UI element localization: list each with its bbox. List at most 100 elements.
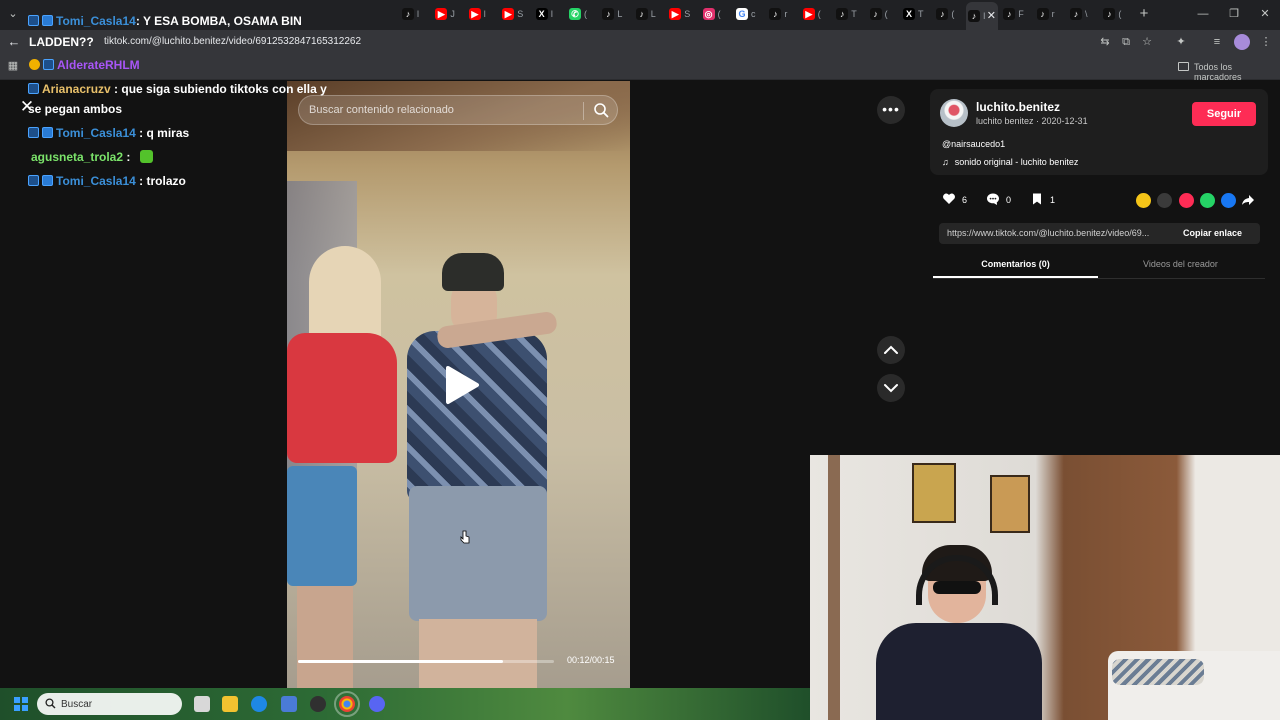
video-link[interactable]: https://www.tiktok.com/@luchito.benitez/… <box>947 228 1173 238</box>
browser-tab[interactable]: ♪( <box>868 4 900 24</box>
webcam-door-frame <box>828 455 840 720</box>
task-view-icon[interactable] <box>194 696 210 712</box>
new-tab-button[interactable]: + <box>1137 5 1151 23</box>
minimize-button[interactable]: — <box>1196 6 1210 22</box>
obs-icon[interactable] <box>310 696 326 712</box>
video-progress-fill <box>298 660 503 663</box>
copy-link-button[interactable]: Copiar enlace <box>1183 228 1242 238</box>
browser-tab[interactable]: ▶ S <box>667 4 699 24</box>
video-person <box>297 586 353 688</box>
browser-tab[interactable]: ▶( <box>801 4 833 24</box>
browser-tab[interactable]: ♪ \ <box>1068 4 1100 24</box>
back-button[interactable]: ← <box>6 33 22 51</box>
chat-badge-icon <box>28 15 39 26</box>
edge-icon[interactable] <box>251 696 267 712</box>
previous-video-button[interactable] <box>877 336 905 364</box>
tiktok-icon: ♪ <box>1103 8 1116 20</box>
windows-start-icon[interactable] <box>14 697 28 711</box>
menu-kebab-icon[interactable]: ⋮ <box>1258 34 1274 50</box>
discord-icon[interactable] <box>369 696 385 712</box>
tab-comments[interactable]: Comentarios (0) <box>933 259 1098 269</box>
embed-share-icon[interactable] <box>1136 193 1151 208</box>
overlay-chat-line: Tomi_Casla14: Y ESA BOMBA, OSAMA BIN <box>28 14 302 28</box>
save-button[interactable]: 1 <box>1030 192 1055 208</box>
next-video-button[interactable] <box>877 374 905 402</box>
panel-tabs: Comentarios (0) Videos del creador <box>933 255 1265 279</box>
comment-button[interactable]: 0 <box>986 192 1011 208</box>
browser-tab[interactable]: ♪ T <box>834 4 866 24</box>
browser-tab[interactable]: ◎( <box>701 4 733 24</box>
tab-search-chevron-icon[interactable]: ⌄ <box>5 6 21 22</box>
follow-button[interactable]: Seguir <box>1192 102 1256 126</box>
send-share-icon[interactable] <box>1179 193 1194 208</box>
browser-tab[interactable]: ✆( <box>567 4 599 24</box>
cast-icon[interactable]: ⧉ <box>1118 34 1134 50</box>
browser-tab[interactable]: ♪ L <box>600 4 632 24</box>
share-arrow-icon[interactable] <box>1241 193 1255 207</box>
all-bookmarks-button[interactable]: Todos los marcadores <box>1194 62 1280 82</box>
file-explorer-icon[interactable] <box>222 696 238 712</box>
bookmark-star-icon[interactable]: ☆ <box>1139 34 1155 50</box>
profile-avatar[interactable] <box>1234 34 1250 50</box>
video-progress-bar[interactable] <box>298 660 554 663</box>
whatsapp-icon[interactable] <box>1200 193 1215 208</box>
emote-icon <box>139 150 153 163</box>
address-bar[interactable]: tiktok.com/@luchito.benitez/video/691253… <box>104 36 361 47</box>
browser-tab[interactable]: ♪( <box>1101 4 1133 24</box>
screen: ⌄ ♪l▶J▶l▶SXI✆(♪L♪L▶S◎(Gc♪r▶(♪T♪(XT♪(♪I♪F… <box>0 0 1280 720</box>
media-control-icon[interactable]: ≡ <box>1209 34 1225 50</box>
chat-username: AlderateRHLM <box>57 58 140 72</box>
music-row[interactable]: ♫ sonido original - luchito benitez <box>942 157 1078 167</box>
tab-creator-videos[interactable]: Videos del creador <box>1098 259 1263 269</box>
more-options-button[interactable]: ••• <box>877 96 905 124</box>
creator-card: luchito.benitez luchito benitez · 2020-1… <box>930 89 1268 175</box>
chat-message: : que siga subiendo tiktoks con ella y <box>114 82 327 96</box>
chrome-icon[interactable] <box>334 691 360 717</box>
play-icon[interactable] <box>444 365 480 405</box>
maximize-button[interactable]: ❐ <box>1227 6 1241 22</box>
browser-tab[interactable]: ♪ F <box>1001 4 1033 24</box>
translate-icon[interactable]: ⇆ <box>1097 34 1113 50</box>
tiktok-icon: ♪ <box>1003 8 1016 20</box>
taskbar-search-input[interactable] <box>61 695 171 713</box>
extensions-icon[interactable]: ✦ <box>1173 34 1189 50</box>
browser-tab-title: J <box>450 9 455 19</box>
browser-tab[interactable]: ♪ r <box>1035 4 1067 24</box>
code-embed-icon[interactable] <box>1157 193 1172 208</box>
apps-grid-icon[interactable]: ▦ <box>6 59 20 73</box>
related-search-input[interactable] <box>309 96 579 124</box>
chat-username: Arianacruzv <box>42 82 111 96</box>
whatsapp-icon: ✆ <box>569 8 581 20</box>
music-note-icon: ♫ <box>942 157 949 167</box>
browser-tab[interactable]: Gc <box>734 4 766 24</box>
creator-name[interactable]: luchito.benitez <box>976 100 1060 114</box>
close-tab-icon[interactable]: ✕ <box>987 2 996 30</box>
browser-tab[interactable]: ♪ r <box>767 4 799 24</box>
browser-tab[interactable]: XT <box>901 4 933 24</box>
youtube-icon: ▶ <box>502 8 515 20</box>
close-window-button[interactable]: ✕ <box>1258 6 1272 22</box>
music-label: sonido original - luchito benitez <box>954 157 1079 167</box>
like-button[interactable]: 6 <box>942 192 967 208</box>
chat-badge-icon <box>28 175 39 186</box>
search-divider <box>583 102 584 120</box>
search-icon[interactable] <box>593 102 609 118</box>
browser-tab-title: ( <box>584 9 587 19</box>
browser-tab[interactable]: ▶ l <box>467 4 499 24</box>
store-icon[interactable] <box>281 696 297 712</box>
browser-tab[interactable]: ♪( <box>934 4 966 24</box>
creator-avatar[interactable] <box>940 99 968 127</box>
browser-tab[interactable]: ▶ S <box>500 4 532 24</box>
facebook-icon[interactable] <box>1221 193 1236 208</box>
chat-message: : trolazo <box>139 174 186 188</box>
browser-tab[interactable]: ▶ J <box>433 4 465 24</box>
video-description[interactable]: @nairsaucedo1 <box>942 139 1005 149</box>
webcam-poster <box>990 475 1030 533</box>
browser-tab-title: \ <box>1085 9 1088 19</box>
browser-tab[interactable]: XI <box>534 4 566 24</box>
browser-tab[interactable]: ♪ l <box>400 4 432 24</box>
chat-line: Tomi_Casla14 : q miras <box>28 126 189 140</box>
browser-tab[interactable]: ♪ L <box>634 4 666 24</box>
browser-tab-title: F <box>1018 9 1024 19</box>
browser-tab-active[interactable]: ♪ I ✕ <box>966 2 998 30</box>
